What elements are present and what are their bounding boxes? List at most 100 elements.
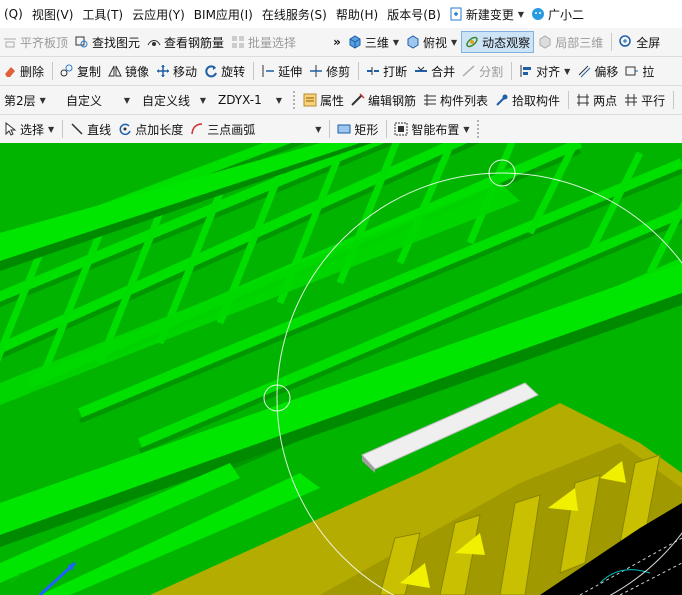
component-type-select[interactable]: 自定义 ▼ (62, 89, 134, 111)
eyedropper-icon (495, 93, 509, 107)
three-point-arc-label: 三点画弧 (207, 122, 256, 137)
edit-rebar-button[interactable]: 编辑钢筋 (348, 89, 419, 111)
toolbar-separator (329, 120, 331, 138)
break-button[interactable]: 打断 (363, 60, 410, 82)
extend-button[interactable]: 延伸 (258, 60, 305, 82)
batch-select-label: 批量选择 (248, 35, 297, 50)
smart-layout-label: 智能布置 (411, 122, 460, 137)
floor-select[interactable]: 第2层 ▼ (0, 89, 58, 111)
edit-rebar-icon (351, 93, 365, 107)
merge-button[interactable]: 合并 (411, 60, 458, 82)
menu-bar: (Q) 视图(V) 工具(T) 云应用(Y) BIM应用(I) 在线服务(S) … (0, 0, 682, 29)
view-3d-button[interactable]: 三维 ▼ (345, 31, 402, 53)
rectangle-label: 矩形 (354, 122, 379, 137)
select-button[interactable]: 选择 ▼ (0, 118, 57, 140)
menu-bim[interactable]: BIM应用(I) (190, 3, 257, 25)
arc-icon (190, 122, 204, 136)
chevron-down-icon: ▼ (451, 37, 458, 47)
new-change-label: 新建变更 (465, 7, 514, 22)
offset-button[interactable]: 偏移 (574, 60, 621, 82)
properties-label: 属性 (320, 93, 345, 108)
chevron-down-icon: ▼ (315, 124, 322, 134)
toolbar-view: 平齐板顶 查找图元 查看钢筋量 批量选择 » 三维 ▼ 俯视 ▼ 动态观察 局部… (0, 28, 682, 57)
align-label: 对齐 (536, 64, 561, 79)
offset-label: 偏移 (594, 64, 619, 79)
mirror-button[interactable]: 镜像 (105, 60, 152, 82)
trim-icon (309, 64, 323, 78)
stretch-label: 拉 (642, 64, 655, 79)
local-3d-icon (538, 35, 552, 49)
find-element-button[interactable]: 查找图元 (72, 31, 143, 53)
component-name-select[interactable]: ZDYX-1 ▼ (214, 89, 286, 111)
rectangle-button[interactable]: 矩形 (334, 118, 381, 140)
new-change-menu[interactable]: 新建变更 ▼ (446, 3, 527, 25)
copy-button[interactable]: 复制 (57, 60, 104, 82)
local-3d-label: 局部三维 (555, 35, 604, 50)
align-button[interactable]: 对齐 ▼ (516, 60, 573, 82)
find-element-label: 查找图元 (92, 35, 141, 50)
menu-tools[interactable]: 工具(T) (78, 3, 127, 25)
toolbar-separator (611, 33, 613, 51)
two-points-button[interactable]: 两点 (573, 89, 620, 111)
mirror-label: 镜像 (125, 64, 150, 79)
parallel-label: 平行 (641, 93, 666, 108)
extend-icon (261, 64, 275, 78)
dynamic-observe-button[interactable]: 动态观察 (461, 31, 535, 53)
rotate-button[interactable]: 旋转 (201, 60, 248, 82)
stretch-button[interactable]: 拉 (622, 60, 657, 82)
point-length-icon (118, 122, 132, 136)
toolbar-separator (52, 62, 54, 80)
component-list-button[interactable]: 构件列表 (420, 89, 491, 111)
point-length-label: 点加长度 (135, 122, 184, 137)
cursor-icon (3, 121, 17, 136)
chevron-down-icon: ▼ (123, 95, 130, 105)
point-length-button[interactable]: 点加长度 (115, 118, 186, 140)
cube-icon (348, 35, 362, 49)
menu-help[interactable]: 帮助(H) (332, 3, 382, 25)
line-icon (70, 122, 84, 136)
find-icon (75, 35, 89, 49)
parallel-button[interactable]: 平行 (621, 89, 668, 111)
properties-button[interactable]: 属性 (300, 89, 347, 111)
view-rebar-button[interactable]: 查看钢筋量 (144, 31, 227, 53)
parallel-icon (624, 93, 638, 107)
smart-layout-button[interactable]: 智能布置 ▼ (391, 118, 472, 140)
fullscreen-button[interactable]: 全屏 (616, 31, 663, 53)
3d-model-canvas[interactable] (0, 143, 682, 595)
copy-label: 复制 (77, 64, 102, 79)
move-button[interactable]: 移动 (153, 60, 200, 82)
top-view-button[interactable]: 俯视 ▼ (403, 31, 460, 53)
fullscreen-label: 全屏 (636, 35, 661, 50)
delete-button[interactable]: 删除 (0, 60, 47, 82)
three-point-arc-select[interactable]: 三点画弧 ▼ (187, 118, 324, 140)
chevron-down-icon: ▼ (199, 95, 206, 105)
batch-select-button[interactable]: 批量选择 (228, 31, 299, 53)
toolbar-grip (293, 91, 297, 109)
move-icon (156, 64, 170, 78)
menu-view[interactable]: 视图(V) (28, 3, 78, 25)
toolbar-component: 第2层 ▼ 自定义 ▼ 自定义线 ▼ ZDYX-1 ▼ 属性 编辑钢筋 构件列表… (0, 86, 682, 115)
3d-viewport[interactable] (0, 143, 682, 595)
assistant-button[interactable]: 广小二 (528, 3, 587, 25)
component-subtype-select[interactable]: 自定义线 ▼ (138, 89, 210, 111)
eraser-icon (3, 64, 17, 78)
pick-component-button[interactable]: 拾取构件 (492, 89, 563, 111)
split-icon (462, 64, 476, 78)
view-3d-label: 三维 (364, 35, 389, 50)
line-button[interactable]: 直线 (67, 118, 114, 140)
toolbar-overflow-button[interactable]: » (330, 31, 344, 53)
toolbar-separator (358, 62, 360, 80)
rotate-label: 旋转 (221, 64, 246, 79)
menu-query[interactable]: (Q) (0, 3, 27, 25)
local-3d-button[interactable]: 局部三维 (535, 31, 606, 53)
trim-button[interactable]: 修剪 (306, 60, 353, 82)
split-button[interactable]: 分割 (459, 60, 506, 82)
menu-cloud[interactable]: 云应用(Y) (128, 3, 189, 25)
menu-online[interactable]: 在线服务(S) (258, 3, 331, 25)
align-icon (519, 64, 533, 78)
toolbar-grip (476, 120, 481, 138)
chevron-down-icon: ▼ (39, 95, 46, 105)
menu-version[interactable]: 版本号(B) (383, 3, 445, 25)
smart-layout-icon (394, 122, 408, 136)
align-slab-top-button[interactable]: 平齐板顶 (0, 31, 71, 53)
